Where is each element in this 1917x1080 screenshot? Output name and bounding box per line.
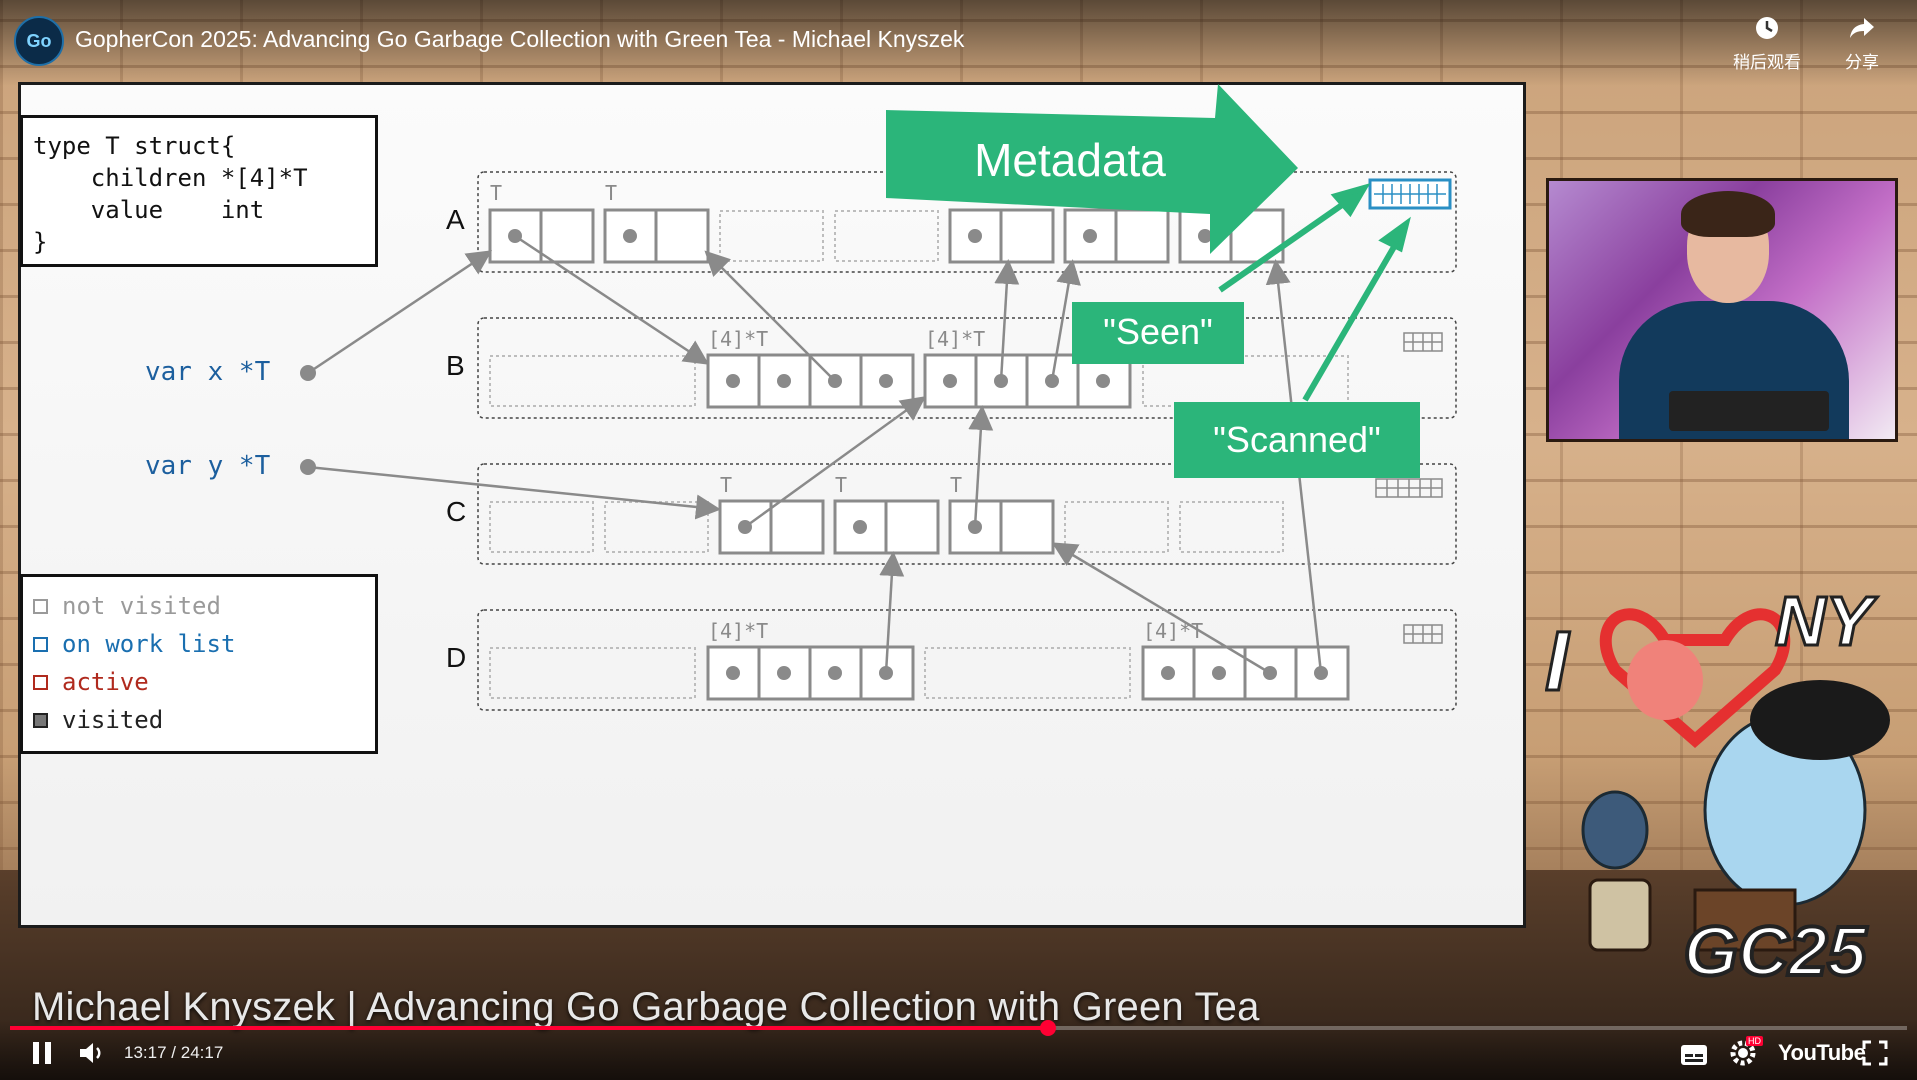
object-unallocated — [489, 355, 696, 407]
scanned-callout: "Scanned" — [1174, 402, 1420, 478]
time-current: 13:17 — [124, 1043, 167, 1062]
type-label-t: T — [720, 473, 732, 497]
type-label-t: T — [950, 473, 962, 497]
time-separator: / — [171, 1043, 177, 1062]
legend-label: visited — [62, 706, 164, 734]
progress-bar[interactable] — [10, 1020, 1907, 1036]
object-unallocated — [1064, 501, 1169, 553]
object-unallocated — [489, 501, 594, 553]
volume-button[interactable] — [78, 1040, 106, 1073]
spray-cloud — [1627, 640, 1703, 720]
time-display: 13:17 / 24:17 — [124, 1043, 223, 1063]
metadata-label: Metadata — [974, 134, 1166, 186]
speaker-camera-feed — [1546, 178, 1898, 442]
legend-item: visited — [33, 701, 365, 739]
type-label-array: [4]*T — [708, 619, 768, 643]
object-unallocated — [604, 501, 709, 553]
subtitles-icon — [1681, 1045, 1707, 1065]
type-label-array: [4]*T — [708, 327, 768, 351]
metadata-bitmap-highlighted — [1368, 178, 1452, 210]
i-love-ny-i: I — [1545, 614, 1570, 708]
pause-icon — [33, 1042, 51, 1064]
fullscreen-icon — [1862, 1040, 1888, 1066]
hd-badge: HD — [1746, 1036, 1763, 1046]
object-unallocated — [924, 647, 1131, 699]
legend-swatch — [33, 598, 48, 614]
i-love-ny-ny: NY — [1775, 582, 1878, 660]
legend-swatch — [33, 674, 48, 690]
legend-label: not visited — [62, 592, 221, 620]
type-label-t: T — [605, 181, 617, 205]
progress-bar-fill — [10, 1026, 1048, 1030]
time-total: 24:17 — [180, 1043, 224, 1062]
trash-can — [1588, 878, 1652, 952]
youtube-logo[interactable]: YouTube — [1778, 1040, 1866, 1066]
legend-item: on work list — [33, 625, 365, 663]
object-unallocated — [489, 647, 696, 699]
settings-button[interactable]: HD — [1728, 1036, 1763, 1075]
cap-icon — [1750, 680, 1890, 760]
captions-button[interactable] — [1680, 1042, 1708, 1073]
object-unallocated — [834, 210, 939, 262]
legend: not visited on work list active visited — [20, 574, 378, 754]
gc25-logo: GC25 — [1684, 912, 1868, 980]
legend-item: active — [33, 663, 365, 701]
scrubber-handle[interactable] — [1039, 1020, 1056, 1036]
type-label-t: T — [835, 473, 847, 497]
i-love-ny-gopher-mascot: I NY GC25 — [1545, 581, 1890, 980]
fullscreen-button[interactable] — [1862, 1040, 1888, 1073]
legend-item: not visited — [33, 587, 365, 625]
legend-label: on work list — [62, 630, 236, 658]
type-label-array: [4]*T — [1143, 619, 1203, 643]
type-label-array: [4]*T — [925, 327, 985, 351]
laptop — [1669, 391, 1829, 431]
type-label-t: T — [490, 181, 502, 205]
seen-label: "Seen" — [1103, 311, 1213, 352]
volume-icon — [80, 1043, 101, 1063]
legend-label: active — [62, 668, 149, 696]
pigeon-figure — [1581, 790, 1649, 870]
seen-callout: "Seen" — [1072, 302, 1244, 364]
scanned-label: "Scanned" — [1213, 419, 1381, 460]
object-unallocated — [719, 210, 824, 262]
pause-button[interactable] — [30, 1040, 54, 1073]
object-unallocated — [1179, 501, 1284, 553]
legend-swatch — [33, 712, 48, 728]
speaker-hair — [1681, 191, 1775, 237]
legend-swatch — [33, 636, 48, 652]
